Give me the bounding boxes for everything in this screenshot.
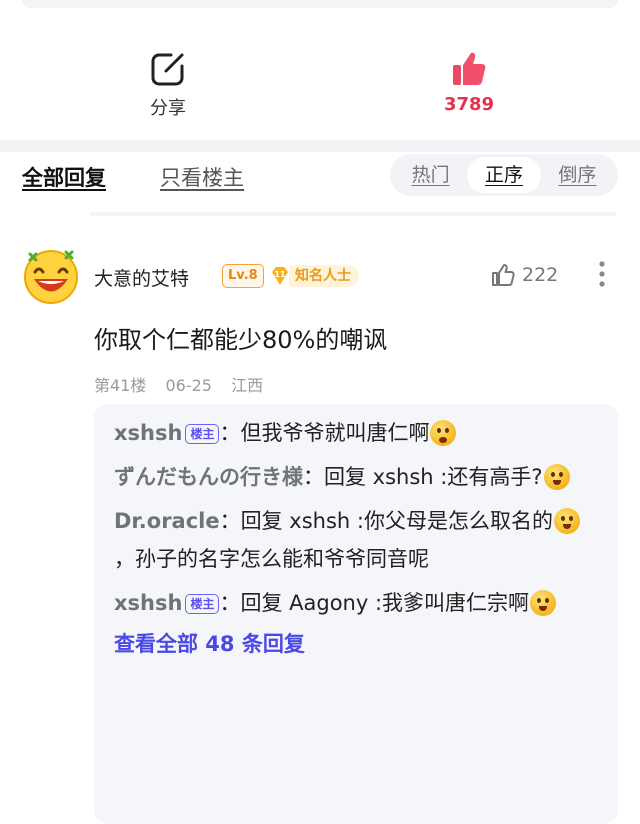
share-label: 分享	[150, 98, 186, 119]
reply-separator: ：	[219, 509, 241, 533]
reply-separator: ：	[303, 465, 324, 489]
laughing-face-emoji	[553, 508, 580, 534]
op-tag: 楼主	[185, 424, 220, 444]
laughing-face-emoji	[543, 464, 570, 490]
share-button[interactable]: 分享	[108, 50, 228, 120]
reply-item[interactable]: xshsh 楼主 ：但我爷爷就叫唐仁啊	[114, 414, 600, 452]
username[interactable]: 大意的艾特	[94, 264, 189, 291]
fame-level: 11	[274, 270, 286, 279]
sort-hot-button[interactable]: 热门	[394, 157, 467, 193]
worried-face-emoji	[430, 420, 457, 446]
thumbs-up-icon	[453, 52, 486, 85]
reply-text-continued: ，孙子的名字怎么能和爷爷同音呢	[114, 547, 429, 571]
comment-like-button[interactable]: 222	[490, 262, 558, 288]
reply-item[interactable]: xshsh 楼主 ：回复 Aagony :我爹叫唐仁宗啊	[114, 584, 600, 622]
post-action-bar: 分享 3789	[0, 40, 640, 140]
like-count: 3789	[443, 94, 495, 115]
reply-separator: ：	[219, 421, 241, 445]
confused-face-emoji	[530, 590, 557, 616]
reply-item[interactable]: Dr.oracle：回复 xshsh :你父母是怎么取名的 ，孙子的名字怎么能和爷…	[114, 502, 600, 578]
sort-descending-button[interactable]: 倒序	[541, 157, 614, 193]
reply-text: 回复 xshsh :还有高手?	[324, 465, 543, 489]
share-icon	[151, 53, 184, 86]
sort-ascending-button[interactable]: 正序	[467, 157, 541, 193]
view-all-replies-link[interactable]: 查看全部 48 条回复	[114, 628, 600, 658]
reply-tabs: 全部回复 只看楼主 热门 正序 倒序	[0, 152, 640, 210]
floor-number: 第41楼	[94, 376, 147, 395]
reply-item[interactable]: ずんだもんの行き様：回复 xshsh :还有高手?	[114, 458, 600, 496]
more-icon[interactable]	[598, 260, 606, 288]
sub-replies: xshsh 楼主 ：但我爷爷就叫唐仁啊 ずんだもんの行き様：回复 xshsh :还有…	[94, 404, 618, 824]
level-badge: Lv.8	[222, 264, 264, 288]
avatar[interactable]	[22, 246, 80, 304]
tab-all-replies[interactable]: 全部回复	[22, 162, 106, 192]
fame-badge: 11 知名人士	[268, 263, 359, 289]
tab-only-op[interactable]: 只看楼主	[160, 162, 244, 192]
reply-text: 回复 xshsh :你父母是怎么取名的	[240, 509, 553, 533]
reply-username[interactable]: xshsh	[114, 591, 182, 615]
comment-date: 06-25	[165, 376, 212, 395]
section-divider	[0, 140, 640, 152]
previous-card-edge	[22, 0, 618, 8]
thumbs-up-outline-icon	[492, 264, 515, 286]
op-tag: 楼主	[185, 594, 220, 614]
reply-username[interactable]: xshsh	[114, 421, 182, 445]
comment-like-count: 222	[522, 264, 559, 286]
sort-toggle: 热门 正序 倒序	[390, 154, 618, 196]
reply-username[interactable]: ずんだもんの行き様	[114, 465, 303, 489]
comment-meta: 第41楼 06-25 江西	[94, 372, 277, 396]
fame-title: 知名人士	[289, 265, 359, 287]
reply-text: 但我爷爷就叫唐仁啊	[240, 421, 430, 445]
comment-text: 你取个仁都能少80%的嘲讽	[94, 326, 388, 354]
reply-separator: ：	[219, 591, 241, 615]
comment-location: 江西	[231, 376, 264, 395]
reply-text: 回复 Aagony :我爹叫唐仁宗啊	[240, 591, 530, 615]
divider	[90, 212, 616, 216]
like-button[interactable]: 3789	[409, 50, 529, 115]
reply-username[interactable]: Dr.oracle	[114, 509, 220, 533]
